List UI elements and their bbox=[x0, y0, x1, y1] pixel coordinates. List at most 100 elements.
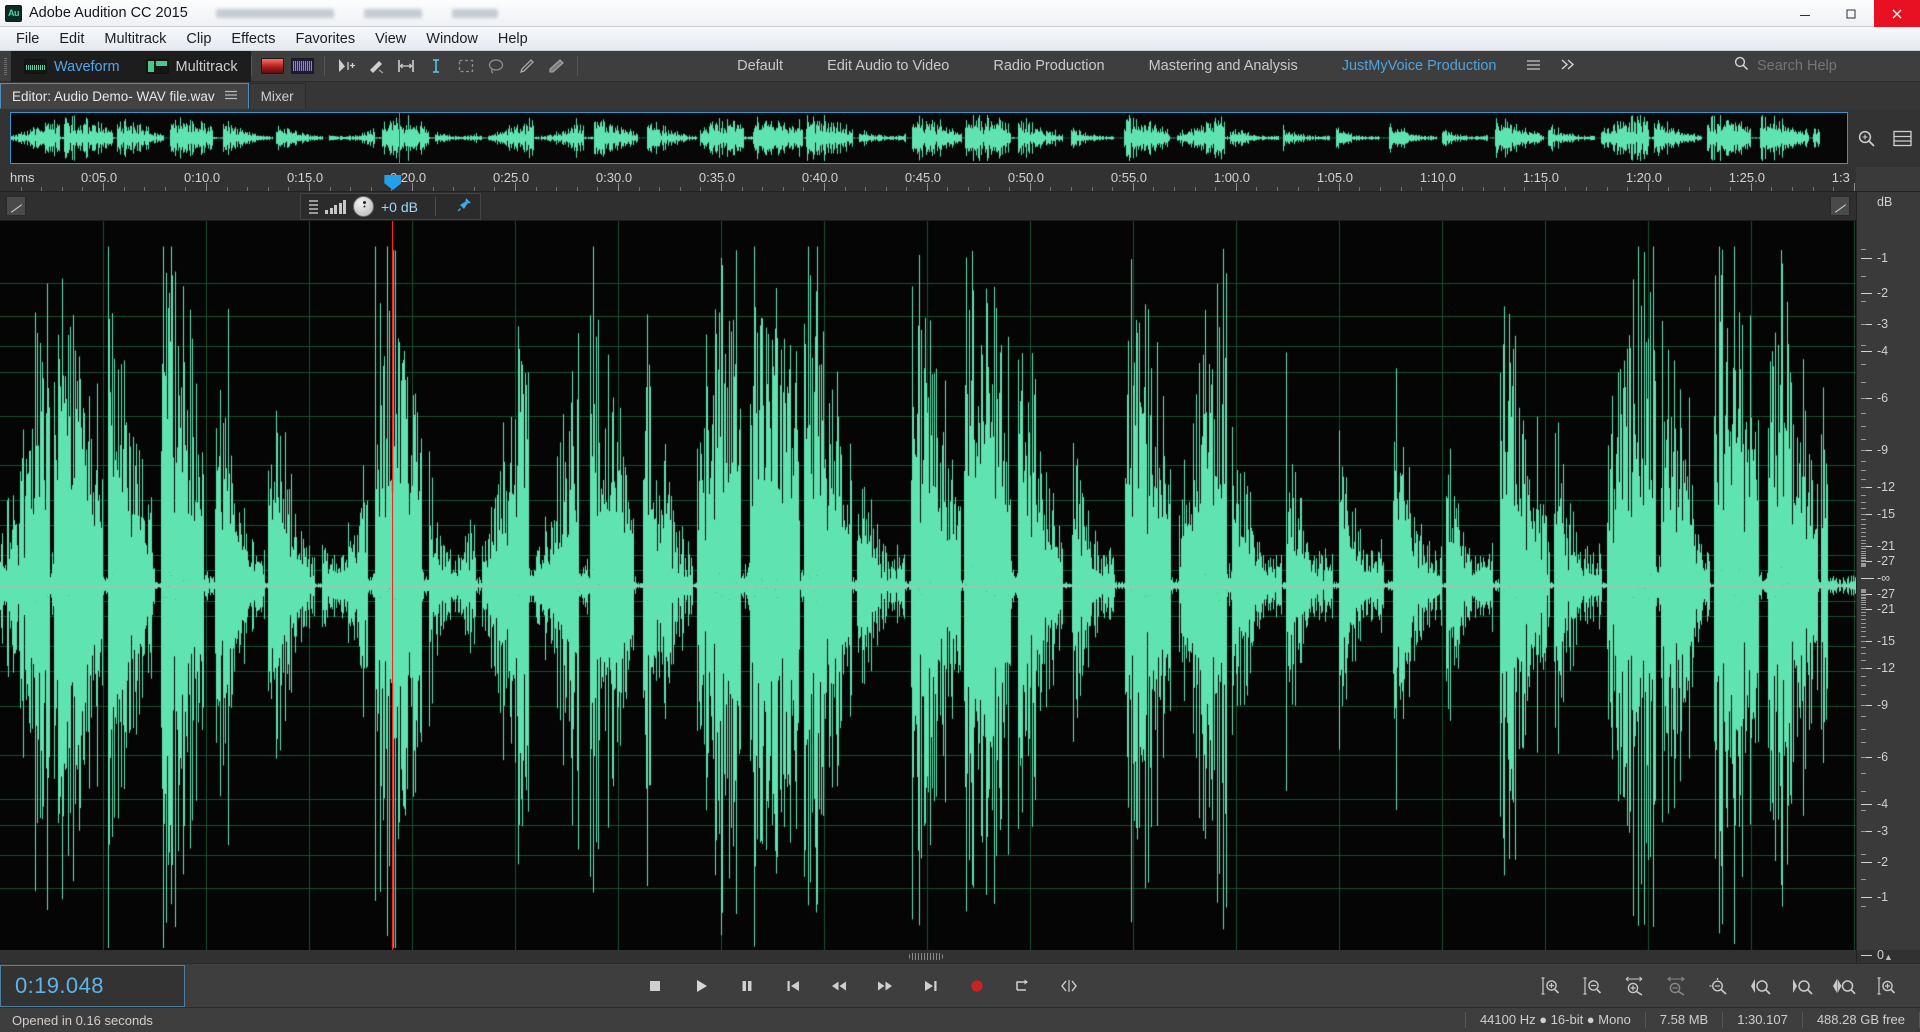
vertical-scroll-up-arrow[interactable]: ▲ bbox=[1857, 950, 1920, 963]
time-selection-tool[interactable] bbox=[423, 54, 449, 78]
tab-editor[interactable]: Editor: Audio Demo- WAV file.wav bbox=[0, 83, 249, 109]
tab-mixer[interactable]: Mixer bbox=[248, 83, 306, 109]
slip-tool[interactable] bbox=[363, 54, 389, 78]
zoom-in-amplitude-alt-button[interactable] bbox=[1874, 974, 1898, 998]
ruler-minor-tick bbox=[1462, 187, 1464, 191]
move-tool[interactable] bbox=[333, 54, 359, 78]
zoom-out-amplitude-button[interactable] bbox=[1580, 974, 1604, 998]
red-spectrum-icon bbox=[261, 58, 285, 74]
workspace-justmyvoice-production[interactable]: JustMyVoice Production bbox=[1320, 51, 1519, 82]
amplitude-tick-label: -9 bbox=[1877, 697, 1889, 712]
overview-waveform[interactable] bbox=[10, 112, 1848, 164]
healing-brush-icon bbox=[549, 59, 564, 73]
hamburger-icon[interactable] bbox=[1518, 58, 1549, 75]
zoom-out-point-icon bbox=[1793, 978, 1813, 995]
lasso-selection-tool[interactable] bbox=[483, 54, 509, 78]
move-playhead-to-previous-button[interactable] bbox=[781, 974, 805, 998]
waveform-display[interactable] bbox=[0, 221, 1856, 950]
panel-menu-icon[interactable] bbox=[224, 89, 237, 103]
menu-effects[interactable]: Effects bbox=[221, 28, 285, 50]
clip-header-bar: +0 dB bbox=[0, 192, 1856, 221]
overview-playhead[interactable] bbox=[399, 113, 401, 163]
timecode-display[interactable]: 0:19.048 bbox=[0, 964, 185, 1007]
zoom-magnifier-icon[interactable] bbox=[1853, 125, 1879, 151]
pin-icon[interactable] bbox=[457, 197, 472, 216]
horizontal-scrollbar[interactable] bbox=[0, 950, 1856, 963]
fast-forward-button[interactable] bbox=[873, 974, 897, 998]
loop-playback-button[interactable] bbox=[1011, 974, 1035, 998]
clip-fade-handle-right-icon[interactable] bbox=[1830, 196, 1850, 216]
amplitude-tick-label: -3 bbox=[1877, 824, 1889, 839]
zoom-to-selection-in-point-button[interactable] bbox=[1748, 974, 1772, 998]
menu-file[interactable]: File bbox=[6, 28, 49, 50]
zoom-in-time-button[interactable] bbox=[1622, 974, 1646, 998]
skip-selection-button[interactable] bbox=[1057, 974, 1081, 998]
menu-help[interactable]: Help bbox=[488, 28, 538, 50]
ruler-minor-tick bbox=[762, 187, 764, 191]
zoom-to-selection-button[interactable] bbox=[1832, 974, 1856, 998]
ruler-minor-tick bbox=[494, 187, 496, 191]
ruler-minor-tick bbox=[370, 187, 372, 191]
amplitude-ruler[interactable]: ▲ dB -1 -2 -3 -4 -6 -9 -12 -15 -21 -27 -∞ -27 -21 -15-… bbox=[1856, 192, 1920, 963]
amplitude-minor-tick bbox=[1861, 854, 1866, 855]
close-button[interactable] bbox=[1874, 0, 1920, 27]
waveform-mode-label: Waveform bbox=[54, 58, 120, 75]
amplitude-minor-tick bbox=[1861, 543, 1866, 544]
menu-edit[interactable]: Edit bbox=[49, 28, 94, 50]
clip-gain-value[interactable]: +0 dB bbox=[381, 199, 418, 215]
pause-button[interactable] bbox=[735, 974, 759, 998]
stop-button[interactable] bbox=[643, 974, 667, 998]
razor-selected-clip-tool[interactable] bbox=[393, 54, 419, 78]
spectral-pan-display-button[interactable] bbox=[290, 54, 316, 78]
search-input[interactable] bbox=[1757, 58, 1897, 74]
marquee-selection-tool[interactable] bbox=[453, 54, 479, 78]
playhead-cursor[interactable] bbox=[392, 221, 394, 950]
ruler-tick-label: 0:40.0 bbox=[801, 170, 839, 185]
workspace-default[interactable]: Default bbox=[715, 51, 805, 82]
menu-favorites[interactable]: Favorites bbox=[285, 28, 365, 50]
playhead-marker[interactable] bbox=[384, 175, 402, 190]
maximize-button[interactable] bbox=[1828, 0, 1874, 27]
record-button[interactable] bbox=[965, 974, 989, 998]
multitrack-icon bbox=[145, 59, 169, 74]
panel-layout-icon[interactable] bbox=[1889, 125, 1915, 151]
menu-view[interactable]: View bbox=[365, 28, 416, 50]
zoom-out-time-button[interactable] bbox=[1664, 974, 1688, 998]
menu-window[interactable]: Window bbox=[416, 28, 488, 50]
paintbrush-selection-tool[interactable] bbox=[513, 54, 539, 78]
workspace-edit-audio-to-video[interactable]: Edit Audio to Video bbox=[805, 51, 971, 82]
ruler-minor-tick bbox=[1215, 187, 1217, 191]
gain-knob-icon[interactable] bbox=[353, 196, 374, 217]
chevron-double-right-icon[interactable] bbox=[1549, 56, 1586, 76]
amplitude-minor-tick bbox=[1861, 382, 1866, 383]
spot-healing-brush-tool[interactable] bbox=[543, 54, 569, 78]
timeline-ruler[interactable]: hms 0:05.0 0:10.0 0:15.0 0:20.0 0:25.0 0:30.0 0… bbox=[0, 167, 1856, 192]
amplitude-minor-tick bbox=[1861, 398, 1866, 399]
rewind-button[interactable] bbox=[827, 974, 851, 998]
menu-multitrack[interactable]: Multitrack bbox=[94, 28, 176, 50]
zoom-to-selection-out-point-button[interactable] bbox=[1790, 974, 1814, 998]
clip-fade-handle-left-icon[interactable] bbox=[6, 196, 26, 216]
amplitude-minor-tick bbox=[1861, 627, 1866, 628]
ruler-minor-tick bbox=[803, 187, 805, 191]
zoom-out-full-button[interactable] bbox=[1706, 974, 1730, 998]
minimize-button[interactable] bbox=[1782, 0, 1828, 27]
workspace-mastering-and-analysis[interactable]: Mastering and Analysis bbox=[1127, 51, 1320, 82]
toolbar-grip[interactable] bbox=[0, 51, 11, 81]
search-help-box[interactable] bbox=[1724, 51, 1920, 81]
waveform-mode-button[interactable]: Waveform bbox=[11, 51, 133, 82]
amplitude-minor-tick bbox=[1861, 619, 1866, 620]
play-button[interactable] bbox=[689, 974, 713, 998]
menu-clip[interactable]: Clip bbox=[176, 28, 221, 50]
skip-selection-icon bbox=[1060, 979, 1077, 992]
horizontal-scroll-thumb[interactable] bbox=[909, 953, 944, 960]
amplitude-minor-tick bbox=[1861, 602, 1866, 603]
spectral-frequency-display-button[interactable] bbox=[260, 54, 286, 78]
title-bar: Au Adobe Audition CC 2015 bbox=[0, 0, 1920, 27]
multitrack-mode-button[interactable]: Multitrack bbox=[133, 51, 251, 82]
zoom-in-amplitude-button[interactable] bbox=[1538, 974, 1562, 998]
ruler-major-tick bbox=[720, 183, 722, 191]
workspace-radio-production[interactable]: Radio Production bbox=[971, 51, 1126, 82]
move-playhead-to-next-button[interactable] bbox=[919, 974, 943, 998]
transport-buttons bbox=[185, 974, 1538, 998]
